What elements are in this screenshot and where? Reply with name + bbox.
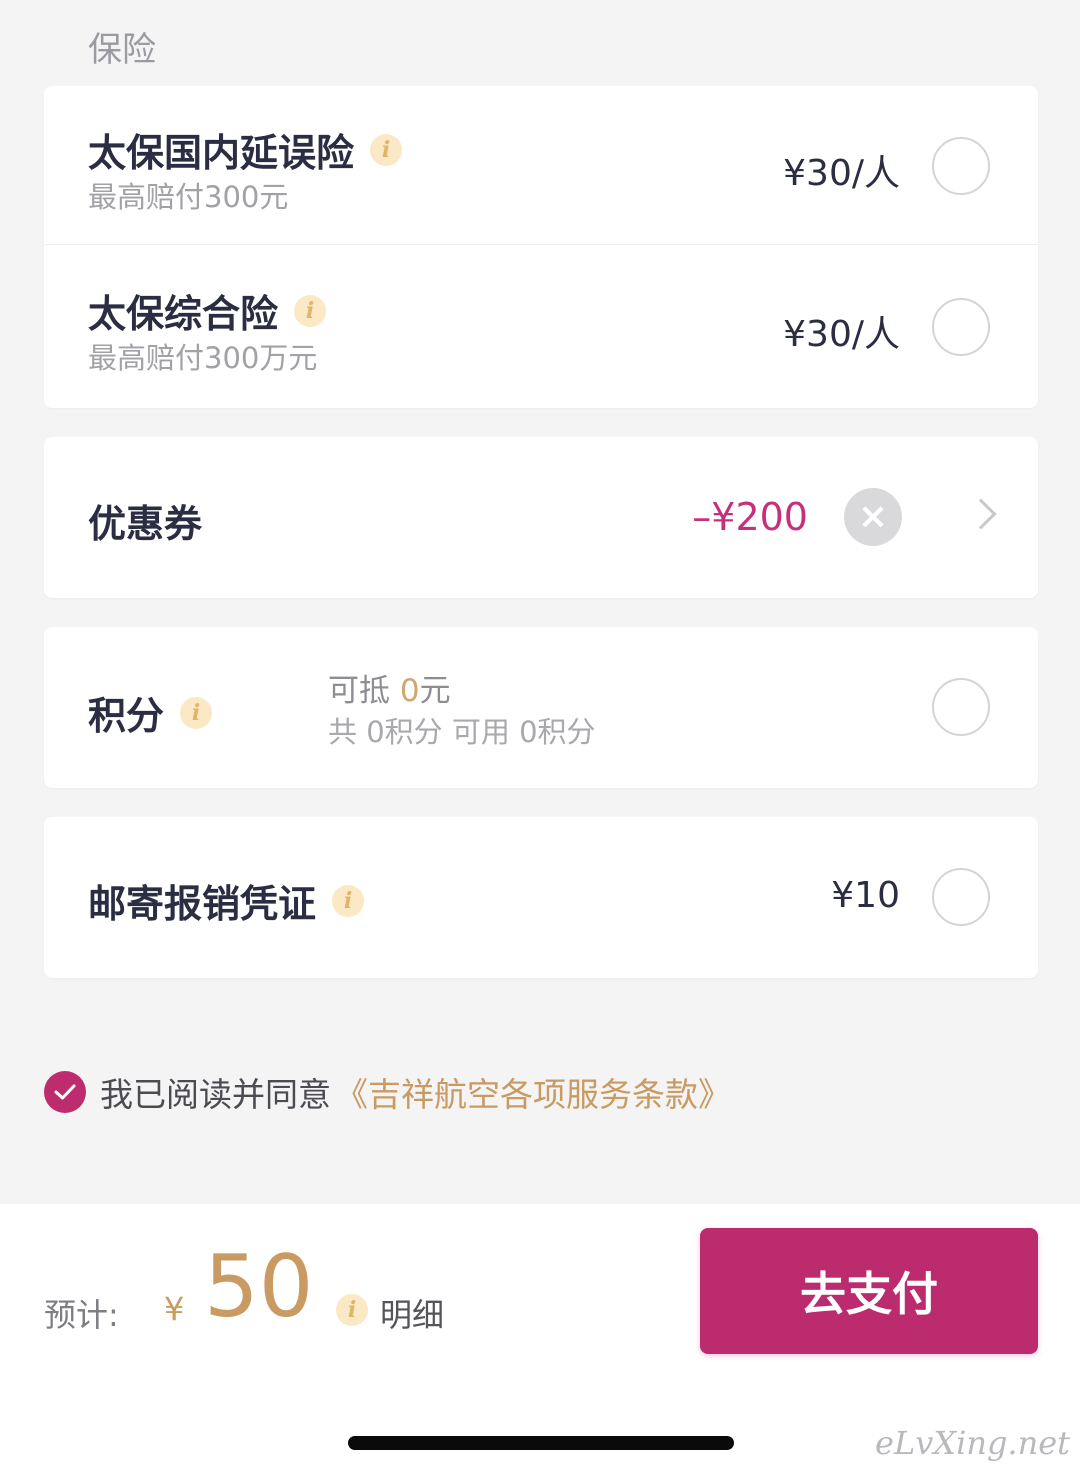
insurance-radio[interactable] <box>932 137 990 195</box>
insurance-radio[interactable] <box>932 298 990 356</box>
check-circle-icon[interactable] <box>44 1071 86 1113</box>
insurance-title: 太保综合险 <box>88 292 279 336</box>
section-label-insurance: 保险 <box>88 30 156 70</box>
points-summary: 共 0积分 可用 0积分 <box>328 715 596 749</box>
points-offset-value: 0 <box>399 673 420 709</box>
mail-invoice-label: 邮寄报销凭证 <box>88 882 317 926</box>
mail-invoice-price: ¥10 <box>831 875 900 916</box>
agreement-text: 我已阅读并同意 <box>100 1075 331 1114</box>
info-icon[interactable]: i <box>294 294 327 327</box>
bottom-bar: 预计: ¥ 50 i 明细 去支付 eLvXing.net <box>0 1204 1080 1474</box>
info-icon[interactable]: i <box>336 1294 368 1326</box>
insurance-price: ¥30/人 <box>783 153 900 194</box>
points-card: 积分 i 可抵 0元 共 0积分 可用 0积分 <box>44 627 1038 788</box>
insurance-subtitle: 最高赔付300元 <box>88 180 289 214</box>
info-icon[interactable]: i <box>332 884 365 917</box>
detail-link[interactable]: 明细 <box>380 1290 444 1336</box>
coupon-label: 优惠券 <box>88 502 203 546</box>
points-radio[interactable] <box>932 678 990 736</box>
chevron-right-icon <box>965 498 997 530</box>
points-offset-suffix: 元 <box>419 673 451 709</box>
coupon-amount: –¥200 <box>692 495 808 539</box>
home-indicator <box>348 1436 734 1450</box>
estimate-label: 预计: <box>44 1296 119 1334</box>
info-icon[interactable]: i <box>180 696 213 729</box>
coupon-card[interactable]: 优惠券 –¥200 × <box>44 437 1038 598</box>
insurance-card: 太保国内延误险 i 最高赔付300元 ¥30/人 太保综合险 i 最高赔付300… <box>44 86 1038 408</box>
mail-invoice-radio[interactable] <box>932 868 990 926</box>
points-label: 积分 <box>88 694 165 738</box>
insurance-row-delay[interactable]: 太保国内延误险 i 最高赔付300元 ¥30/人 <box>44 86 1038 245</box>
checkout-page: 保险 太保国内延误险 i 最高赔付300元 ¥30/人 太保综合险 i 最高赔付… <box>0 0 1080 1474</box>
insurance-title-row: 太保综合险 i <box>88 283 327 338</box>
points-offset: 可抵 0元 <box>328 665 451 710</box>
currency-symbol: ¥ <box>164 1290 185 1328</box>
points-title-row: 积分 i <box>88 685 213 740</box>
close-circle-icon[interactable]: × <box>844 488 902 546</box>
total-amount: 50 <box>204 1237 314 1337</box>
watermark: eLvXing.net <box>875 1424 1070 1462</box>
pay-button[interactable]: 去支付 <box>700 1228 1038 1354</box>
insurance-title-row: 太保国内延误险 i <box>88 122 403 177</box>
terms-link[interactable]: 《吉祥航空各项服务条款》 <box>335 1068 731 1116</box>
insurance-title: 太保国内延误险 <box>88 131 355 175</box>
points-offset-prefix: 可抵 <box>328 673 400 709</box>
insurance-price: ¥30/人 <box>783 314 900 355</box>
checkmark-icon <box>54 1084 76 1100</box>
insurance-row-comprehensive[interactable]: 太保综合险 i 最高赔付300万元 ¥30/人 <box>44 245 1038 408</box>
agreement-row: 我已阅读并同意 《吉祥航空各项服务条款》 <box>44 1068 731 1116</box>
insurance-subtitle: 最高赔付300万元 <box>88 341 318 375</box>
mail-invoice-title-row: 邮寄报销凭证 i <box>88 873 365 928</box>
mail-invoice-card: 邮寄报销凭证 i ¥10 <box>44 817 1038 978</box>
info-icon[interactable]: i <box>370 133 403 166</box>
